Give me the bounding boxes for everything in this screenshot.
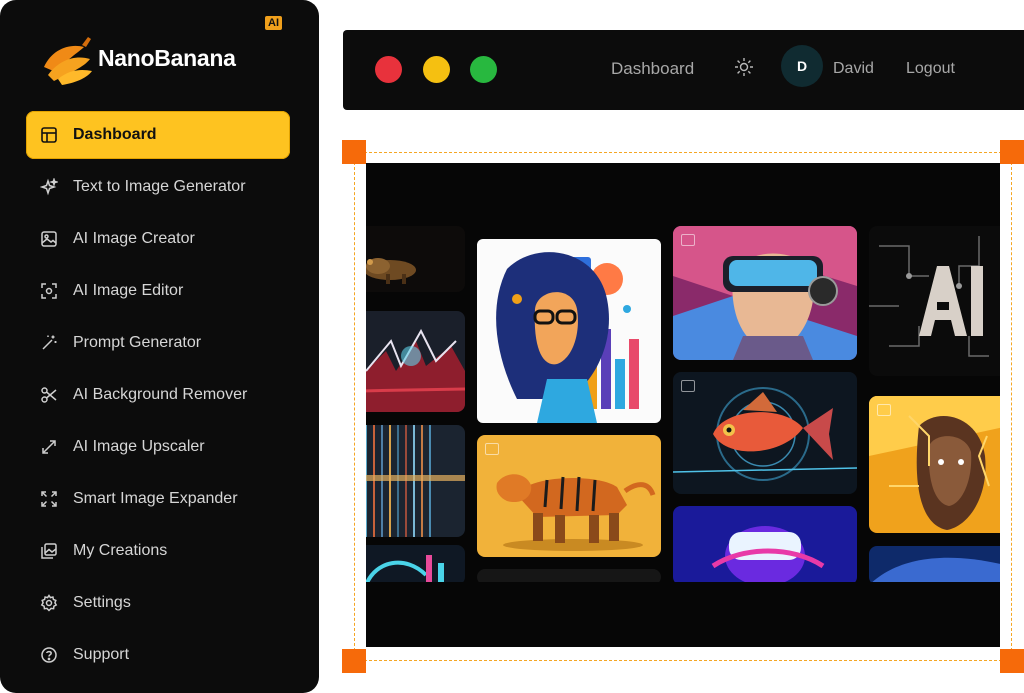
- window-maximize-dot[interactable]: [470, 56, 497, 83]
- sidebar-item-label: AI Image Editor: [73, 282, 184, 299]
- gallery-tile-robot-leopard[interactable]: [366, 226, 465, 292]
- image-type-icon: [877, 404, 891, 416]
- sparkles-icon: [40, 178, 58, 196]
- tile-image: [366, 311, 465, 412]
- topbar-dashboard-link[interactable]: Dashboard: [611, 56, 694, 82]
- sidebar-item-support[interactable]: Support: [26, 631, 290, 679]
- resize-handle-bottom-right[interactable]: [1000, 649, 1024, 673]
- tile-image: [366, 226, 465, 292]
- sidebar-item-label: AI Image Upscaler: [73, 438, 205, 455]
- resize-handle-top-left[interactable]: [342, 140, 366, 164]
- brand-logo[interactable]: NanoBanana: [38, 28, 236, 88]
- image-type-icon: [485, 443, 499, 455]
- tile-image: [673, 226, 857, 360]
- sidebar-item-dashboard[interactable]: Dashboard: [26, 111, 290, 159]
- gallery-tile-neon-fish[interactable]: [673, 372, 857, 494]
- user-name[interactable]: David: [833, 57, 874, 81]
- help-circle-icon: [40, 646, 58, 664]
- maximize-icon: [40, 490, 58, 508]
- gallery-tile-data-lines[interactable]: [366, 425, 465, 537]
- sidebar-item-image-creator[interactable]: AI Image Creator: [26, 215, 290, 263]
- tile-image: [869, 226, 1000, 376]
- window-minimize-dot[interactable]: [423, 56, 450, 83]
- sidebar-item-prompt-generator[interactable]: Prompt Generator: [26, 319, 290, 367]
- gallery-tile-blue-partial[interactable]: [869, 546, 1000, 585]
- sun-icon[interactable]: [733, 56, 755, 78]
- tile-image: [366, 425, 465, 537]
- gallery-tile-vr-headset-neon[interactable]: [673, 506, 857, 585]
- sidebar-item-my-creations[interactable]: My Creations: [26, 527, 290, 575]
- gallery-tile-neon-splash[interactable]: [366, 311, 465, 412]
- sidebar-item-label: Dashboard: [73, 126, 157, 143]
- tile-image: [869, 396, 1000, 533]
- gallery-tile-vr-headset-girl[interactable]: [673, 226, 857, 360]
- tile-image: [366, 545, 465, 585]
- tile-image: [477, 239, 661, 423]
- gallery-tile-neon-cyan-partial[interactable]: [366, 545, 465, 585]
- sidebar-item-label: AI Background Remover: [73, 386, 248, 403]
- tile-image: [477, 435, 661, 557]
- sidebar-item-label: Smart Image Expander: [73, 490, 238, 507]
- sidebar-item-image-editor[interactable]: AI Image Editor: [26, 267, 290, 315]
- gallery-icon: [40, 542, 58, 560]
- sidebar-item-label: Text to Image Generator: [73, 178, 246, 195]
- sidebar-item-label: Prompt Generator: [73, 334, 202, 351]
- avatar[interactable]: D: [781, 45, 823, 87]
- scan-icon: [40, 282, 58, 300]
- gallery-tile-ai-circuit[interactable]: [869, 226, 1000, 376]
- sidebar-item-label: My Creations: [73, 542, 168, 559]
- tile-image: [673, 506, 857, 585]
- image-icon: [40, 230, 58, 248]
- banana-logo-icon: [44, 37, 92, 85]
- sidebar-nav: Dashboard Text to Image Generator AI Ima…: [26, 111, 290, 683]
- image-type-icon: [681, 234, 695, 246]
- resize-handle-bottom-left[interactable]: [342, 649, 366, 673]
- tile-image: [869, 546, 1000, 585]
- image-gallery: [366, 163, 1000, 647]
- logout-button[interactable]: Logout: [906, 57, 955, 81]
- sidebar: NanoBanana AI Dashboard Text to Image Ge…: [0, 0, 319, 693]
- sidebar-item-label: Settings: [73, 594, 131, 611]
- image-type-icon: [681, 380, 695, 392]
- sidebar-item-settings[interactable]: Settings: [26, 579, 290, 627]
- sidebar-item-label: AI Image Creator: [73, 230, 195, 247]
- sidebar-item-image-upscaler[interactable]: AI Image Upscaler: [26, 423, 290, 471]
- resize-handle-top-right[interactable]: [1000, 140, 1024, 164]
- magic-wand-icon: [40, 334, 58, 352]
- gallery-tile-cyborg-woman[interactable]: [869, 396, 1000, 533]
- layout-icon: [40, 126, 58, 144]
- gear-icon: [40, 594, 58, 612]
- gallery-tile-robot-tiger[interactable]: [477, 435, 661, 557]
- brand-name: NanoBanana: [98, 44, 236, 71]
- gallery-tile-woman-glasses-illustration[interactable]: [477, 239, 661, 423]
- expand-arrows-icon: [40, 438, 58, 456]
- sidebar-item-image-expander[interactable]: Smart Image Expander: [26, 475, 290, 523]
- sidebar-item-text-to-image[interactable]: Text to Image Generator: [26, 163, 290, 211]
- top-bar: Dashboard D David Logout: [343, 30, 1024, 110]
- sidebar-item-background-remover[interactable]: AI Background Remover: [26, 371, 290, 419]
- scissors-icon: [40, 386, 58, 404]
- tile-image: [673, 372, 857, 494]
- sidebar-item-label: Support: [73, 646, 130, 663]
- window-close-dot[interactable]: [375, 56, 402, 83]
- canvas-bottom-area: [366, 582, 1000, 647]
- ai-badge: AI: [265, 16, 282, 30]
